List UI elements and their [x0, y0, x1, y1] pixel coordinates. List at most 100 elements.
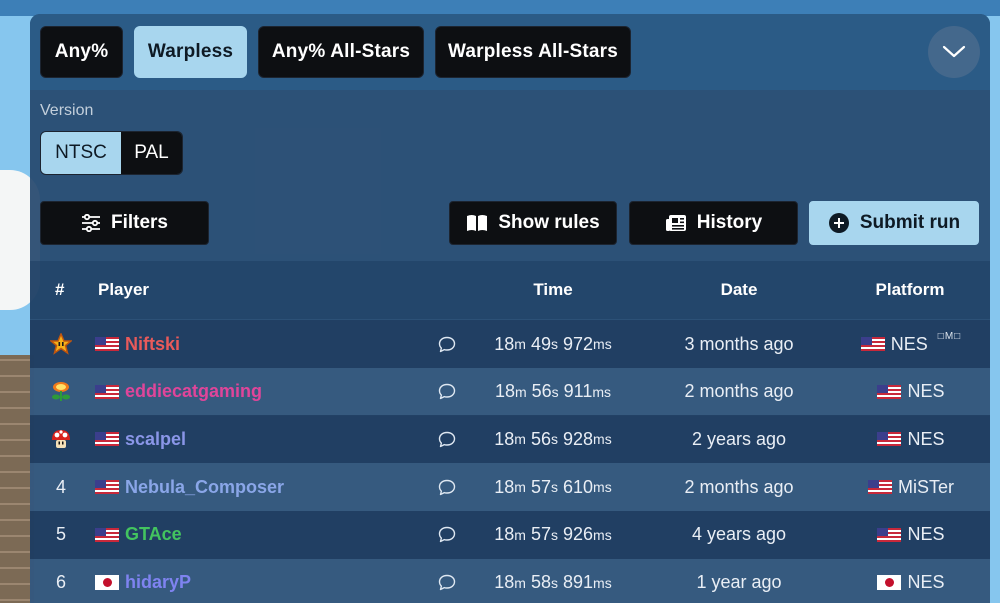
player-name-link[interactable]: scalpel: [125, 429, 186, 450]
category-bar: Any% Warpless Any% All-Stars Warpless Al…: [30, 14, 990, 90]
time-s-value: 57: [530, 476, 551, 497]
rank-number: 4: [55, 476, 66, 497]
run-date: 2 months ago: [684, 476, 794, 497]
player-name-link[interactable]: Nebula_Composer: [125, 477, 284, 498]
platform-name: MiSTer: [897, 476, 954, 497]
version-label: Version: [40, 102, 94, 119]
time-s-unit: s: [551, 383, 559, 400]
filters-button[interactable]: Filters: [40, 201, 209, 245]
sliders-icon: [81, 214, 100, 232]
flag-japan-icon: [95, 575, 119, 590]
time-s-value: 57: [530, 524, 551, 545]
time-ms-unit: ms: [592, 383, 612, 400]
filters-label: Filters: [110, 212, 169, 233]
player-name-link[interactable]: GTAce: [125, 524, 182, 545]
time-ms-value: 972: [563, 333, 594, 354]
time-ms-value: 926: [563, 524, 594, 545]
platform-name: NES: [907, 572, 945, 592]
player-name-link[interactable]: hidaryP: [125, 572, 191, 593]
comment-icon[interactable]: [435, 415, 459, 463]
run-time: 18 m 57 s 926 ms: [460, 511, 646, 559]
plus-circle-icon: [828, 213, 849, 233]
flag-usa-icon: [867, 480, 892, 495]
flag-japan-icon: [877, 575, 902, 590]
platform-cell: NES □M□: [832, 320, 990, 368]
time-m-value: 18: [494, 333, 515, 354]
category-warpless[interactable]: Warpless: [134, 26, 247, 78]
player-cell: scalpel: [95, 415, 186, 463]
time-s-value: 58: [530, 572, 551, 592]
run-date: 2 months ago: [684, 381, 794, 402]
run-time: 18 m 57 s 610 ms: [460, 463, 646, 511]
platform-tags: □M□: [937, 330, 962, 342]
platform-cell: MiSTer: [832, 463, 990, 511]
platform-name: NES: [907, 428, 945, 449]
category-any-percent[interactable]: Any%: [40, 26, 123, 78]
flag-usa-icon: [877, 527, 902, 542]
version-selector: NTSC PAL: [40, 131, 183, 175]
flag-usa-icon: [95, 527, 119, 542]
time-s-value: 56: [530, 428, 551, 449]
run-date: 1 year ago: [696, 572, 782, 592]
player-name-link[interactable]: eddiecatgaming: [125, 381, 262, 402]
time-ms-unit: ms: [593, 526, 612, 543]
player-name-link[interactable]: Niftski: [125, 334, 180, 355]
player-cell: GTAce: [95, 511, 182, 559]
table-row[interactable]: 4 Nebula_Composer 18 m 57 s 610 ms 2 months ago M…: [30, 463, 990, 512]
time-ms-value: 610: [563, 476, 594, 497]
time-ms-value: 911: [563, 381, 593, 402]
time-m-unit: m: [514, 574, 526, 591]
time-m-value: 18: [494, 572, 515, 592]
show-rules-label: Show rules: [498, 212, 600, 233]
category-any-percent-all-stars[interactable]: Any% All-Stars: [258, 26, 424, 78]
table-row[interactable]: 5 GTAce 18 m 57 s 926 ms 4 years ago NES: [30, 510, 990, 559]
star-icon: [30, 320, 92, 368]
player-cell: hidaryP: [95, 559, 191, 603]
time-ms-unit: ms: [593, 574, 612, 591]
comment-icon[interactable]: [435, 511, 459, 559]
comment-icon[interactable]: [435, 463, 459, 511]
version-ntsc[interactable]: NTSC: [41, 132, 121, 174]
mushroom-icon: [30, 415, 92, 463]
history-button[interactable]: History: [629, 201, 798, 245]
time-m-unit: m: [514, 479, 526, 496]
header-platform: Platform: [875, 280, 945, 299]
submit-run-label: Submit run: [859, 212, 961, 233]
comment-icon[interactable]: [435, 559, 459, 603]
version-pal[interactable]: PAL: [121, 132, 182, 174]
time-s-unit: s: [551, 431, 558, 448]
time-m-unit: m: [514, 431, 526, 448]
time-ms-unit: ms: [593, 336, 612, 352]
platform-name: NES: [890, 333, 928, 354]
header-date: Date: [720, 280, 758, 299]
time-s-unit: s: [551, 574, 558, 591]
show-rules-button[interactable]: Show rules: [449, 201, 617, 245]
flag-usa-icon: [877, 432, 902, 447]
rank-number: 5: [55, 524, 66, 545]
run-time: 18 m 58 s 891 ms: [460, 559, 646, 603]
fire-flower-icon: [30, 368, 92, 416]
header-player: Player: [98, 280, 150, 299]
table-row[interactable]: eddiecatgaming 18 m 56 s 911 ms 2 months ago NES: [30, 367, 990, 416]
table-row[interactable]: Niftski 18 m 49 s 972 ms 3 months ago NES □M□: [30, 320, 990, 368]
time-ms-value: 928: [563, 428, 594, 449]
platform-cell: NES: [832, 415, 990, 463]
leaderboard-panel: Any% Warpless Any% All-Stars Warpless Al…: [30, 14, 990, 603]
flag-usa-icon: [95, 480, 119, 495]
platform-name: NES: [907, 524, 945, 545]
table-row[interactable]: 6 hidaryP 18 m 58 s 891 ms 1 year ago NES: [30, 558, 990, 603]
time-m-value: 18: [494, 524, 515, 545]
flag-usa-icon: [95, 384, 119, 399]
run-date: 2 years ago: [691, 428, 787, 449]
platform-name: NES: [907, 381, 945, 402]
category-warpless-all-stars[interactable]: Warpless All-Stars: [435, 26, 631, 78]
table-row[interactable]: scalpel 18 m 56 s 928 ms 2 years ago NES: [30, 415, 990, 464]
comment-icon[interactable]: [435, 320, 459, 368]
header-rank: #: [55, 280, 65, 299]
time-m-value: 18: [494, 428, 515, 449]
time-s-unit: s: [551, 526, 558, 543]
expand-categories-button[interactable]: [928, 26, 980, 78]
newspaper-icon: [665, 215, 686, 231]
submit-run-button[interactable]: Submit run: [809, 201, 979, 245]
comment-icon[interactable]: [435, 368, 459, 416]
